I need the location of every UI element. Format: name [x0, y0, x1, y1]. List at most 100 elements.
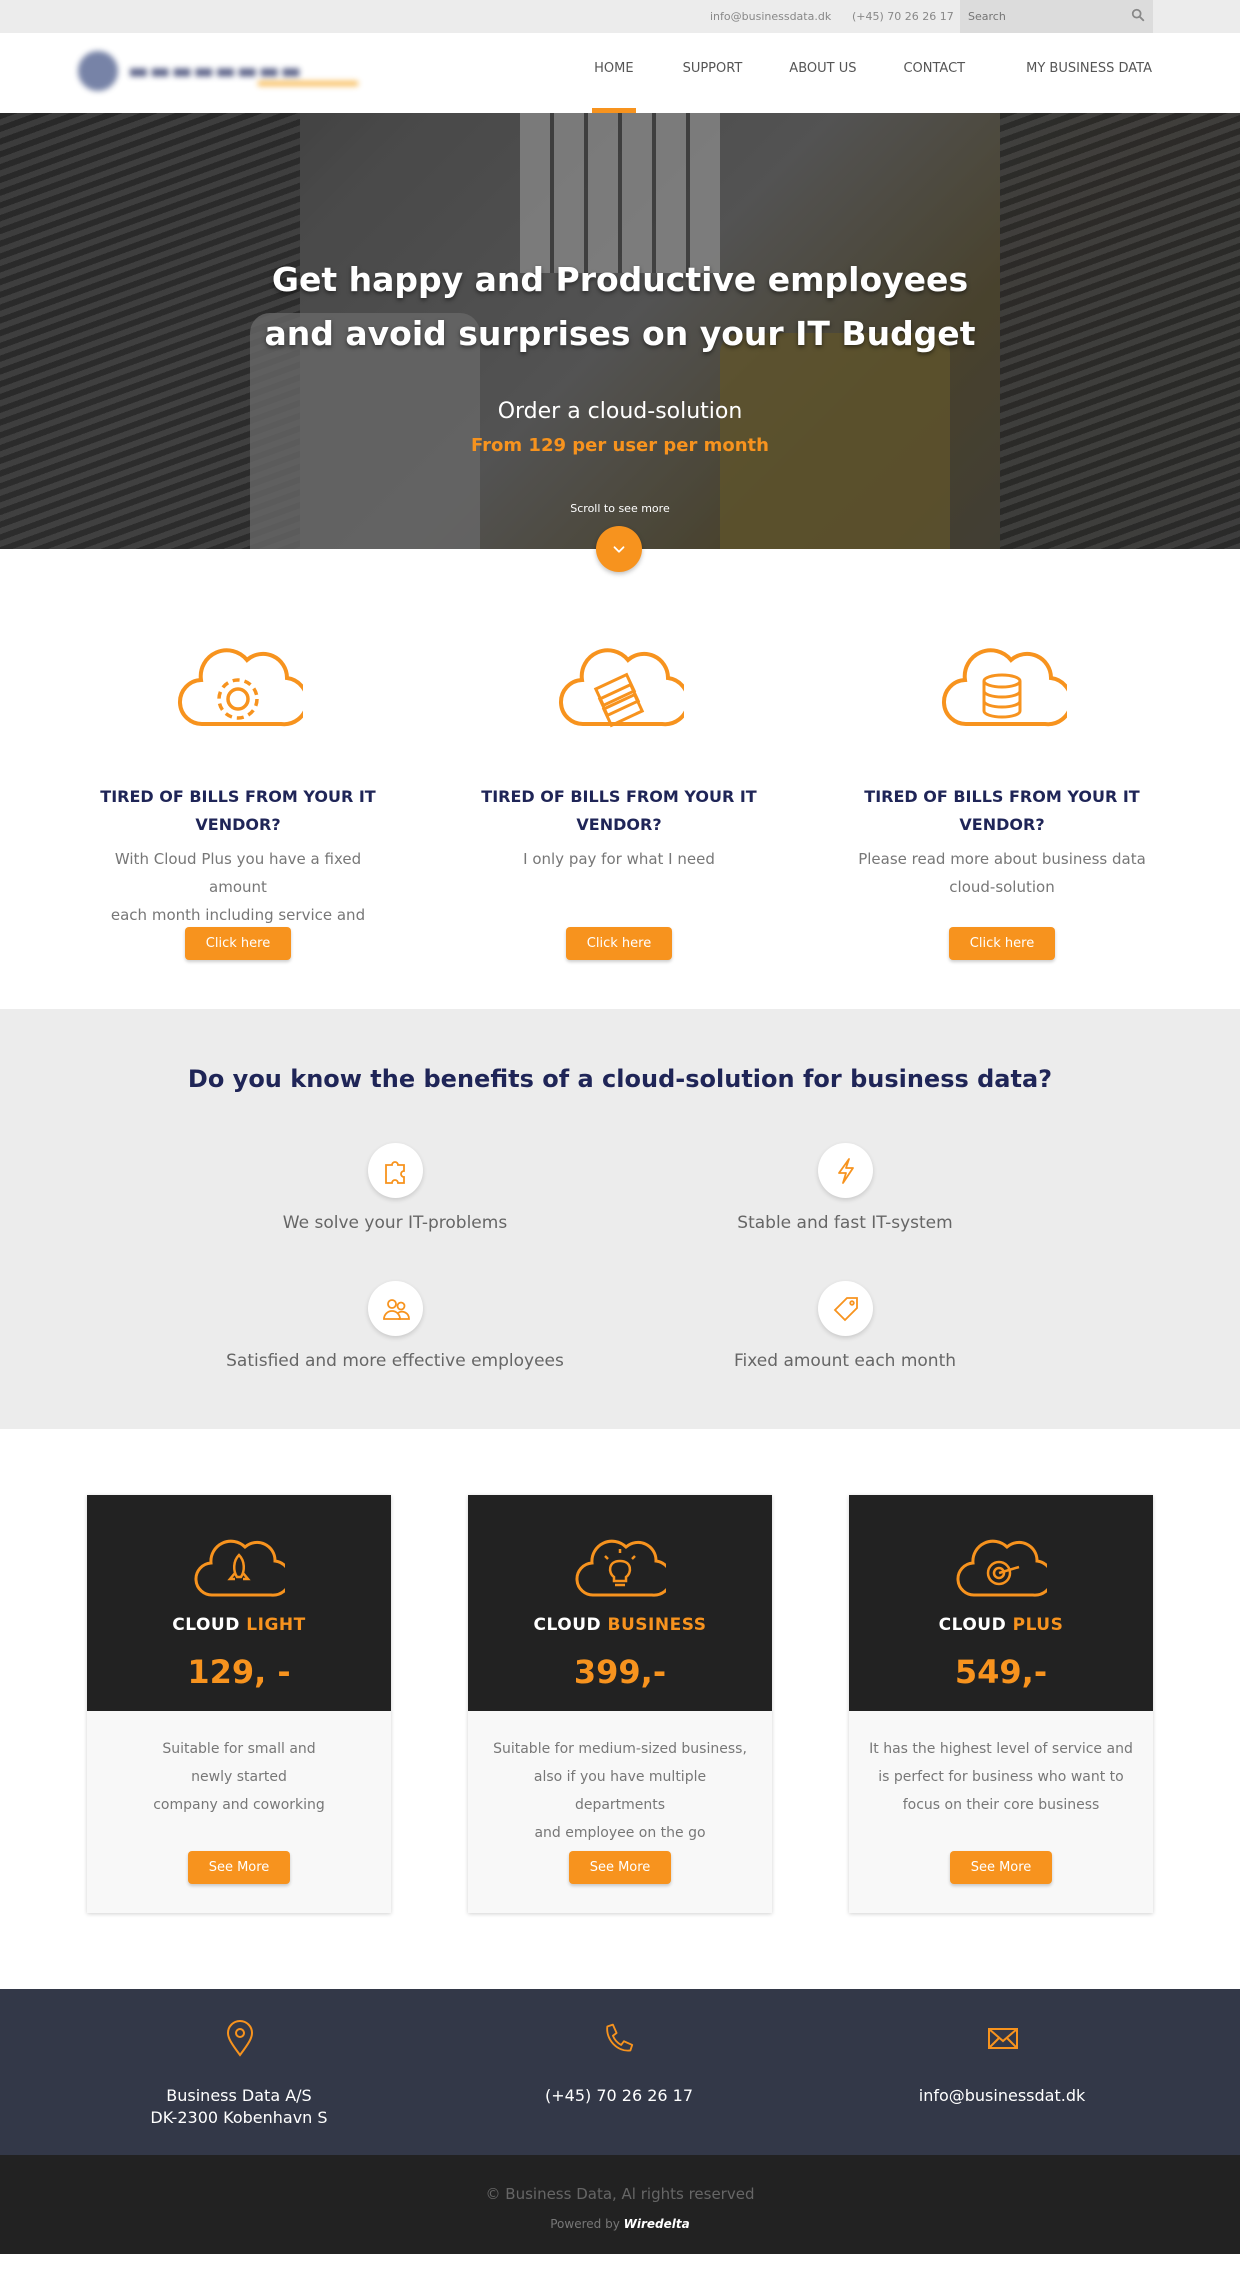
- plan-name-tier: BUSINESS: [607, 1615, 707, 1635]
- benefits-section: Do you know the benefits of a cloud-solu…: [0, 1009, 1240, 1429]
- main-nav: HOME SUPPORT ABOUT US CONTACT MY BUSINES…: [592, 33, 1240, 113]
- plan-desc-line1: It has the highest level of service and: [869, 1741, 1133, 1757]
- feature-click-button[interactable]: Click here: [949, 927, 1055, 960]
- users-icon: [382, 1298, 410, 1320]
- cloud-rocket-icon: [194, 1539, 285, 1597]
- topbar-phone[interactable]: (+45) 70 26 26 17: [852, 10, 954, 23]
- contact-footer: Business Data A/S DK-2300 Kobenhavn S (+4…: [0, 1989, 1240, 2155]
- nav-about-us[interactable]: ABOUT US: [789, 33, 856, 113]
- logo-underline: [258, 81, 358, 86]
- cloud-database-icon: [942, 648, 1067, 727]
- plan-desc-line3: and employee on the go: [534, 1825, 706, 1841]
- phone-icon: [606, 2023, 634, 2052]
- feature-click-button[interactable]: Click here: [185, 927, 291, 960]
- search-input[interactable]: [968, 10, 1118, 23]
- plan-name-prefix: CLOUD: [172, 1615, 240, 1635]
- map-pin-icon: [226, 2020, 254, 2057]
- benefit-label: Fixed amount each month: [733, 1351, 957, 1371]
- nav-home[interactable]: HOME: [592, 33, 637, 113]
- pricing-card: CLOUD BUSINESS 399,- Suitable for medium…: [468, 1495, 772, 1913]
- plan-name-tier: LIGHT: [246, 1615, 306, 1635]
- powered-by: Powered by Wiredelta: [0, 2217, 1240, 2231]
- plan-desc-line3: focus on their core business: [902, 1797, 1100, 1813]
- contact-phone-text[interactable]: (+45) 70 26 26 17: [469, 2085, 769, 2107]
- scroll-hint: Scroll to see more: [570, 502, 670, 515]
- site-header: ▬▬▬▬▬▬▬▬ HOME SUPPORT ABOUT US CONTACT M…: [0, 33, 1240, 113]
- plan-name-prefix: CLOUD: [533, 1615, 602, 1635]
- see-more-button[interactable]: See More: [569, 1851, 671, 1884]
- plan-price: 129, -: [187, 1653, 291, 1691]
- pricing-card: CLOUD LIGHT 129, - Suitable for small an…: [87, 1495, 391, 1913]
- benefit-label: Stable and fast IT-system: [737, 1213, 953, 1233]
- plan-desc-line2: newly started: [191, 1769, 287, 1785]
- logo-mark: [78, 51, 118, 91]
- feature-text-line1: I only pay for what I need: [523, 850, 715, 868]
- scroll-down-button[interactable]: [596, 526, 642, 572]
- cloud-money-icon: [559, 648, 684, 728]
- pricing-card-header: CLOUD BUSINESS 399,-: [468, 1495, 772, 1711]
- see-more-button[interactable]: See More: [950, 1851, 1052, 1884]
- benefit-icon-circle: [818, 1281, 873, 1336]
- hero-title-line2: and avoid surprises on your IT Budget: [264, 314, 976, 353]
- nav-contact[interactable]: CONTACT: [903, 33, 965, 113]
- pricing-card-header: CLOUD LIGHT 129, -: [87, 1495, 391, 1711]
- hero-price-text: From 129 per user per month: [471, 435, 769, 456]
- copyright-text: © Business Data, Al rights reserved: [485, 2185, 755, 2203]
- plan-desc-line1: Suitable for medium-sized business,: [493, 1741, 747, 1757]
- cloud-target-icon: [956, 1539, 1047, 1597]
- plan-description: Suitable for small and newly started compa…: [107, 1735, 371, 1819]
- plan-desc-line2: is perfect for business who want to: [878, 1769, 1124, 1785]
- chevron-down-icon: [613, 546, 625, 553]
- logo-wordmark: ▬▬▬▬▬▬▬▬: [128, 58, 303, 84]
- plan-name-tier: PLUS: [1012, 1615, 1064, 1635]
- logo[interactable]: ▬▬▬▬▬▬▬▬: [78, 51, 358, 91]
- feature-title-line2: VENDOR?: [959, 815, 1045, 834]
- benefit-label: We solve your IT-problems: [282, 1213, 508, 1233]
- topbar-email-link[interactable]: info@businessdata.dk: [710, 10, 831, 23]
- benefit-icon-circle: [368, 1281, 423, 1336]
- feature-title-line2: VENDOR?: [195, 815, 281, 834]
- feature-title: TIRED OF BILLS FROM YOUR IT VENDOR?: [88, 783, 388, 839]
- cloud-gear-icon: [178, 648, 303, 727]
- plan-description: Suitable for medium-sized business, also …: [488, 1735, 752, 1847]
- benefit-label: Satisfied and more effective employees: [226, 1351, 564, 1371]
- plan-price: 399,-: [573, 1653, 667, 1691]
- hero-title-line1: Get happy and Productive employees: [271, 260, 969, 299]
- puzzle-icon: [384, 1160, 405, 1184]
- feature-click-button[interactable]: Click here: [566, 927, 672, 960]
- cloud-bulb-icon: [575, 1539, 666, 1597]
- plan-desc-line3: company and coworking: [153, 1797, 325, 1813]
- see-more-button[interactable]: See More: [188, 1851, 290, 1884]
- plan-name: CLOUD PLUS: [849, 1615, 1153, 1635]
- features-section: TIRED OF BILLS FROM YOUR IT VENDOR? With …: [0, 549, 1240, 1009]
- benefits-title: Do you know the benefits of a cloud-solu…: [187, 1065, 1053, 1093]
- feature-title-line2: VENDOR?: [576, 815, 662, 834]
- lightning-icon: [837, 1157, 854, 1184]
- feature-title-line1: TIRED OF BILLS FROM YOUR IT: [864, 787, 1140, 806]
- pricing-card-header: CLOUD PLUS 549,-: [849, 1495, 1153, 1711]
- powered-by-link[interactable]: Wiredelta: [624, 2217, 690, 2231]
- address-line1: Business Data A/S: [166, 2086, 312, 2105]
- benefit-icon-circle: [818, 1143, 873, 1198]
- feature-title-line1: TIRED OF BILLS FROM YOUR IT: [481, 787, 757, 806]
- price-tag-icon: [833, 1296, 858, 1321]
- contact-email-text[interactable]: info@businessdat.dk: [852, 2085, 1152, 2107]
- search-box: [960, 0, 1153, 33]
- plan-price: 549,-: [954, 1653, 1048, 1691]
- plan-name: CLOUD BUSINESS: [468, 1615, 772, 1635]
- pricing-card: CLOUD PLUS 549,- It has the highest leve…: [849, 1495, 1153, 1913]
- hero-order-text: Order a cloud-solution: [497, 399, 743, 424]
- powered-by-prefix: Powered by: [550, 2217, 620, 2231]
- address-line2: DK-2300 Kobenhavn S: [150, 2108, 328, 2127]
- nav-support[interactable]: SUPPORT: [683, 33, 743, 113]
- envelope-icon: [988, 2028, 1018, 2049]
- benefit-icon-circle: [368, 1143, 423, 1198]
- feature-title-line1: TIRED OF BILLS FROM YOUR IT: [100, 787, 376, 806]
- bottom-footer: © Business Data, Al rights reserved Powe…: [0, 2155, 1240, 2254]
- pricing-section: CLOUD LIGHT 129, - Suitable for small an…: [0, 1429, 1240, 1989]
- hero-banner: Get happy and Productive employees and av…: [0, 113, 1240, 549]
- plan-description: It has the highest level of service and i…: [869, 1735, 1133, 1819]
- feature-text-line1: Please read more about business data: [858, 850, 1146, 868]
- nav-my-business-data[interactable]: MY BUSINESS DATA: [1026, 33, 1152, 113]
- search-icon[interactable]: [1131, 7, 1145, 26]
